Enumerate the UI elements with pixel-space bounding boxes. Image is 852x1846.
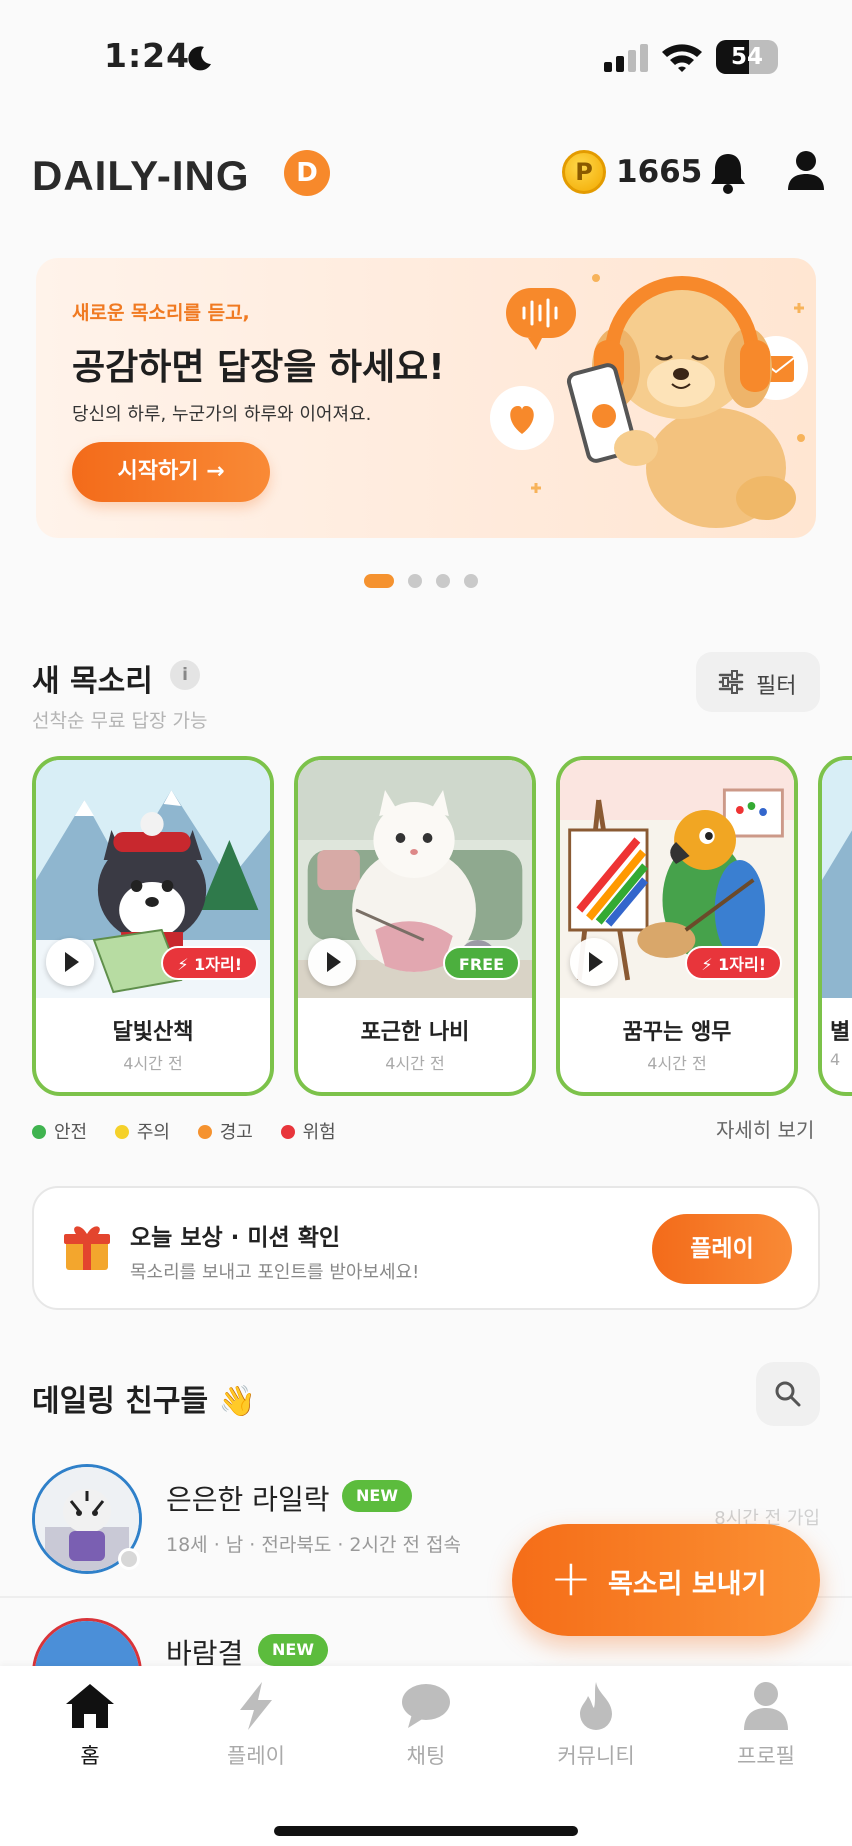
play-button[interactable] (308, 938, 356, 986)
logo-badge: D (284, 150, 330, 196)
play-button[interactable] (46, 938, 94, 986)
promo-banner[interactable]: 새로운 목소리를 듣고, 공감하면 답장을 하세요! 당신의 하루, 누군가의 … (36, 258, 816, 538)
legend-label: 주의 (136, 1122, 170, 1143)
send-voice-fab[interactable]: + 목소리 보내기 (512, 1524, 820, 1636)
app-header: DAILY-ING D P 1665 (0, 140, 852, 210)
new-voices-subtitle: 선착순 무료 답장 가능 (32, 710, 208, 732)
voice-card-carousel[interactable]: ⚡ 1자리! 달빛산책 4시간 전 FREE 포근한 나비 4시간 전 ⚡ 1자… (32, 756, 852, 1096)
legend-dot (280, 1125, 295, 1139)
play-button[interactable] (570, 938, 618, 986)
partial-card-illustration (822, 760, 852, 998)
banner-start-button[interactable]: 시작하기 → (72, 442, 270, 502)
filter-button[interactable]: 필터 (696, 652, 820, 712)
tab-label: 채팅 (406, 1744, 446, 1768)
voice-card-tag: ⚡ 1자리! (685, 946, 782, 980)
tab-label: 홈 (80, 1744, 100, 1768)
legend-item: 경고 (197, 1118, 253, 1144)
moon-icon (188, 46, 211, 71)
chat-bubble-icon (402, 1684, 450, 1728)
info-icon[interactable]: i (170, 660, 200, 690)
tab-label: 커뮤니티 (557, 1744, 635, 1768)
tab-play[interactable]: 플레이 (196, 1680, 316, 1770)
legend-dot (114, 1125, 129, 1139)
friend-search-button[interactable] (756, 1362, 820, 1426)
legend-dot (197, 1125, 212, 1139)
coin-balance[interactable]: 1665 (616, 154, 702, 190)
voice-card[interactable]: ⚡ 1자리! 달빛산책 4시간 전 (32, 756, 274, 1096)
mission-play-button[interactable]: 플레이 (652, 1214, 792, 1284)
tab-chat[interactable]: 채팅 (366, 1680, 486, 1770)
voice-card-name: 꿈꾸는 앵무 (622, 1020, 732, 1045)
legend-label: 위험 (302, 1122, 336, 1143)
voice-card-tag: FREE (442, 946, 520, 980)
status-bar: 1:24 54 (0, 0, 852, 110)
voice-card[interactable]: 별 4 (818, 756, 852, 1096)
mission-card[interactable]: 오늘 보상 · 미션 확인 목소리를 보내고 포인트를 받아보세요! 플레이 (32, 1186, 820, 1310)
pagination-dot-2[interactable] (408, 573, 422, 588)
flame-icon (580, 1682, 612, 1730)
voice-card[interactable]: FREE 포근한 나비 4시간 전 (294, 756, 536, 1096)
battery-level: 54 (730, 44, 763, 70)
tab-label: 플레이 (227, 1744, 285, 1768)
home-icon (66, 1684, 114, 1728)
voice-card-name: 별 (830, 1020, 851, 1045)
legend-item: 위험 (280, 1118, 336, 1144)
mission-title: 오늘 보상 · 미션 확인 (130, 1225, 341, 1251)
banner-subtitle: 새로운 목소리를 듣고, (72, 302, 250, 324)
app-logo: DAILY-ING (32, 152, 250, 199)
send-voice-label: 목소리 보내기 (608, 1569, 767, 1600)
status-time: 1:24 (104, 36, 191, 75)
filter-label: 필터 (756, 674, 797, 699)
banner-description: 당신의 하루, 누군가의 하루와 이어져요. (72, 404, 372, 425)
legend-item: 안전 (32, 1118, 87, 1144)
see-more-link[interactable]: 자세히 보기 (716, 1114, 814, 1143)
bell-icon[interactable] (708, 150, 748, 196)
search-icon (775, 1381, 801, 1407)
signal-icon (604, 44, 648, 72)
puppy-headphones-illustration (490, 274, 808, 528)
coin-icon[interactable]: P (562, 150, 606, 194)
tab-community[interactable]: 커뮤니티 (536, 1680, 656, 1770)
tab-label: 프로필 (737, 1744, 795, 1768)
voice-card-time: 4 (830, 1050, 841, 1069)
voice-card-name: 달빛산책 (112, 1020, 194, 1045)
bottom-tab-bar: 홈 플레이 채팅 커뮤니티 프로필 (0, 1666, 852, 1846)
voice-card-tag: ⚡ 1자리! (161, 946, 258, 980)
friend-info: 18세 · 남 · 전라북도 · 2시간 전 접속 (166, 1534, 461, 1556)
voice-card-name: 포근한 나비 (360, 1020, 470, 1045)
user-icon[interactable] (786, 148, 826, 194)
new-voices-title: 새 목소리 (32, 664, 153, 699)
tab-home[interactable]: 홈 (30, 1680, 150, 1770)
legend-label: 경고 (219, 1122, 253, 1143)
pagination-dot-4[interactable] (464, 573, 478, 588)
profile-icon (744, 1682, 788, 1730)
legend-dot (32, 1125, 46, 1139)
new-badge: NEW (342, 1480, 412, 1512)
mission-subtitle: 목소리를 보내고 포인트를 받아보세요! (130, 1262, 420, 1283)
legend-item: 주의 (114, 1118, 170, 1144)
lightning-icon (240, 1682, 272, 1730)
voice-card-time: 4시간 전 (123, 1054, 183, 1073)
tab-profile[interactable]: 프로필 (706, 1680, 826, 1770)
filter-sliders-icon (718, 670, 744, 694)
pagination-dot-3[interactable] (436, 573, 450, 588)
friends-title: 데일링 친구들 👋 (32, 1384, 256, 1419)
banner-title: 공감하면 답장을 하세요! (72, 347, 445, 388)
legend-label: 안전 (54, 1122, 88, 1143)
friend-name: 은은한 라일락 (166, 1483, 330, 1516)
new-badge: NEW (258, 1634, 328, 1666)
gift-icon (64, 1226, 110, 1270)
wifi-icon (662, 44, 702, 72)
pagination-dot-1[interactable] (364, 573, 394, 588)
voice-card-time: 4시간 전 (385, 1054, 445, 1073)
voice-card-time: 4시간 전 (647, 1054, 707, 1073)
online-status-indicator (118, 1548, 140, 1570)
battery-icon: 54 (716, 40, 778, 74)
home-indicator (274, 1826, 578, 1836)
voice-card[interactable]: ⚡ 1자리! 꿈꾸는 앵무 4시간 전 (556, 756, 798, 1096)
risk-legend: 안전 주의 경고 위험 (32, 1118, 358, 1144)
plus-icon: + (550, 1549, 592, 1607)
banner-pagination[interactable] (364, 570, 492, 588)
